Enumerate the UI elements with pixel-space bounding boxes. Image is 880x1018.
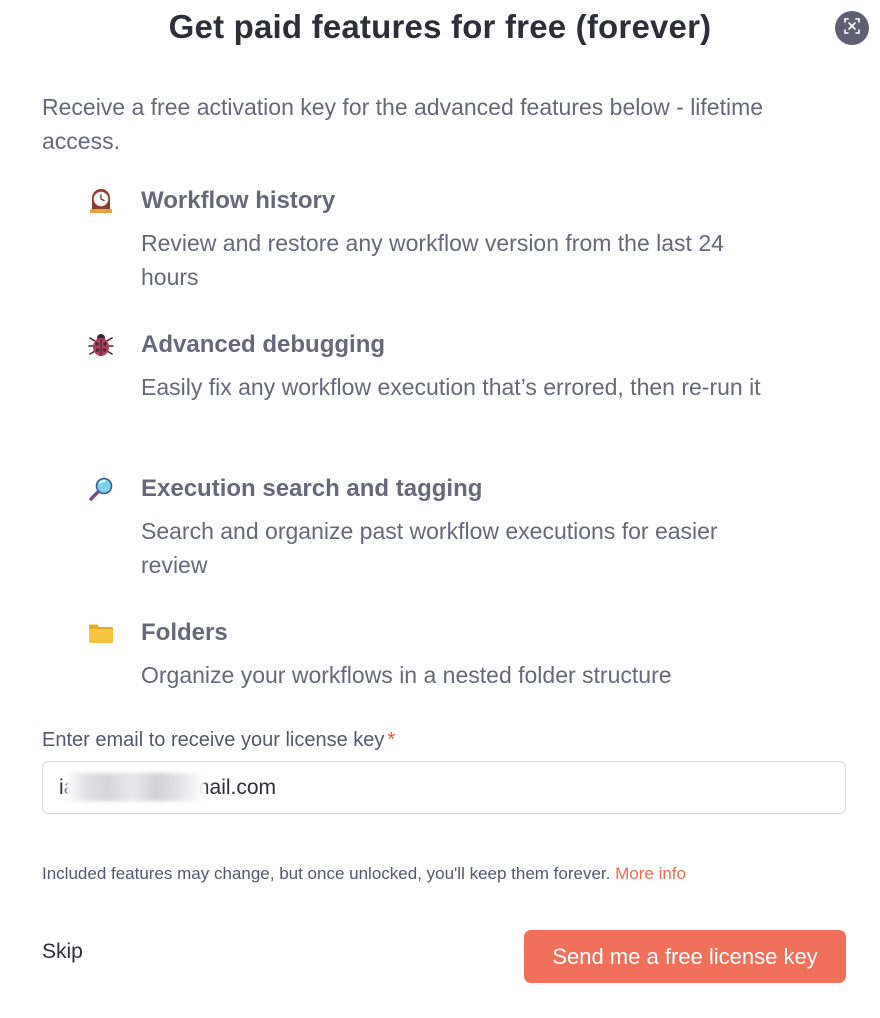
features-note: Included features may change, but once u… [42,864,686,884]
feature-title: Workflow history [141,187,336,214]
feature-description: Organize your workflows in a nested fold… [141,662,672,688]
email-label-text: Enter email to receive your license key [42,729,385,751]
email-label: Enter email to receive your license key * [42,729,395,752]
feature-title: Execution search and tagging [141,475,483,502]
send-license-key-button[interactable]: Send me a free license key [524,930,846,983]
skip-button[interactable]: Skip [42,940,83,964]
redacted-email-mask [66,773,204,801]
ladybug-icon [86,330,116,360]
license-modal: Get paid features for free (forever) Rec… [0,0,880,1018]
more-info-link[interactable]: More info [615,864,686,883]
required-marker: * [387,729,396,751]
feature-title: Folders [141,619,228,646]
feature-title: Advanced debugging [141,331,386,358]
modal-title: Get paid features for free (forever) [168,8,712,45]
clock-icon [86,186,116,216]
modal-subtitle: Receive a free activation key for the ad… [42,94,764,154]
feature-description: Easily fix any workflow execution that’s… [141,374,761,400]
feature-description: Review and restore any workflow version … [141,230,724,290]
note-text: Included features may change, but once u… [42,864,611,883]
folder-icon [86,618,116,648]
close-icon [842,16,862,41]
close-button[interactable] [835,11,869,45]
feature-description: Search and organize past workflow execut… [141,518,718,578]
magnifying-glass-icon [86,474,116,504]
